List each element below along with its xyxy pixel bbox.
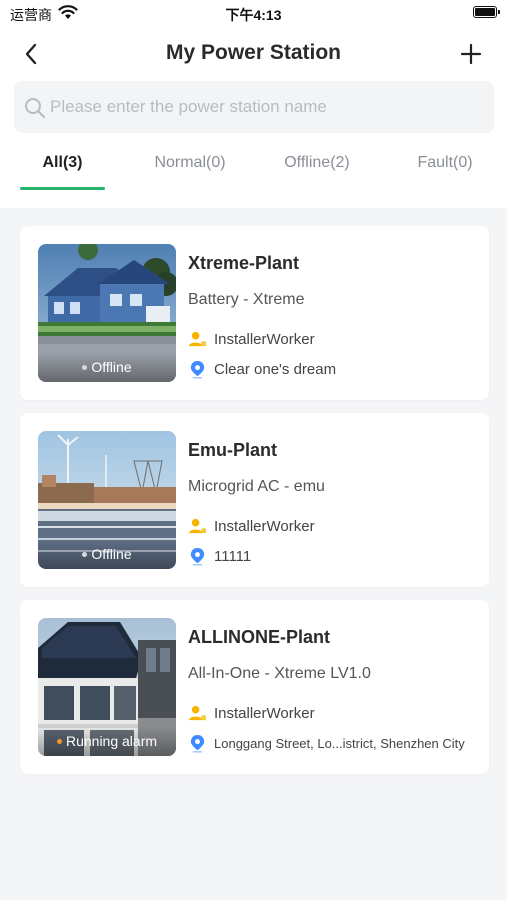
battery-icon (473, 6, 500, 18)
status-dot (56, 738, 62, 744)
owner-name: InstallerWorker (214, 705, 315, 722)
address-text: Clear one's dream (214, 361, 337, 378)
station-owner: InstallerWorker (188, 704, 315, 723)
station-card[interactable]: Offline Emu-Plant Microgrid AC - emu Ins… (20, 413, 489, 587)
status-text: Running alarm (65, 733, 158, 749)
station-owner: InstallerWorker (188, 517, 315, 536)
tab-normal[interactable]: Normal(0) (140, 154, 240, 172)
tab-offline[interactable]: Offline(2) (267, 154, 367, 172)
station-card[interactable]: Offline Xtreme-Plant Battery - Xtreme In… (20, 226, 489, 400)
station-photo: Running alarm (38, 618, 176, 756)
active-tab-indicator (20, 187, 105, 190)
top-panel: 运营商 下午4:13 My Power Station Please enter… (0, 0, 507, 208)
owner-name: InstallerWorker (214, 331, 315, 348)
location-pin-icon (190, 360, 205, 379)
person-icon (188, 331, 207, 347)
filter-tabs: All(3) Normal(0) Offline(2) Fault(0) (0, 150, 507, 192)
person-icon (188, 705, 207, 721)
station-address: 11111 (188, 547, 251, 566)
add-station-button[interactable] (457, 40, 485, 68)
location-pin-icon (190, 547, 205, 566)
search-input[interactable] (50, 81, 480, 133)
search-bar[interactable] (14, 81, 494, 133)
station-photo: Offline (38, 244, 176, 382)
station-card[interactable]: Running alarm ALLINONE-Plant All-In-One … (20, 600, 489, 774)
station-address: Longgang Street, Lo...istrict, Shenzhen … (188, 734, 465, 753)
address-text: Longgang Street, Lo...istrict, Shenzhen … (214, 736, 465, 751)
status-text: Offline (91, 546, 132, 562)
status-text: Offline (91, 359, 132, 375)
person-icon (188, 518, 207, 534)
page-title: My Power Station (165, 41, 342, 64)
status-badge: Running alarm (38, 726, 176, 756)
status-bar: 运营商 下午4:13 (0, 0, 507, 28)
plus-icon (460, 43, 482, 65)
location-pin-icon (190, 734, 205, 753)
station-name: ALLINONE-Plant (188, 627, 330, 647)
nav-bar: My Power Station (0, 32, 507, 76)
tab-fault[interactable]: Fault(0) (395, 154, 495, 172)
station-name: Emu-Plant (188, 440, 278, 460)
station-address: Clear one's dream (188, 360, 336, 379)
owner-name: InstallerWorker (214, 518, 315, 535)
tab-all[interactable]: All(3) (20, 154, 105, 172)
station-type: All-In-One - Xtreme LV1.0 (188, 665, 371, 682)
status-dot (82, 551, 88, 557)
address-text: 11111 (214, 548, 252, 565)
status-badge: Offline (38, 352, 176, 382)
station-photo: Offline (38, 431, 176, 569)
chevron-left-icon (25, 43, 37, 65)
station-owner: InstallerWorker (188, 330, 315, 349)
clock: 下午4:13 (225, 7, 282, 23)
status-badge: Offline (38, 539, 176, 569)
station-name: Xtreme-Plant (188, 253, 300, 273)
back-button[interactable] (18, 40, 46, 68)
search-icon (24, 97, 46, 124)
station-type: Battery - Xtreme (188, 291, 305, 308)
status-dot (82, 364, 88, 370)
station-type: Microgrid AC - emu (188, 478, 325, 495)
